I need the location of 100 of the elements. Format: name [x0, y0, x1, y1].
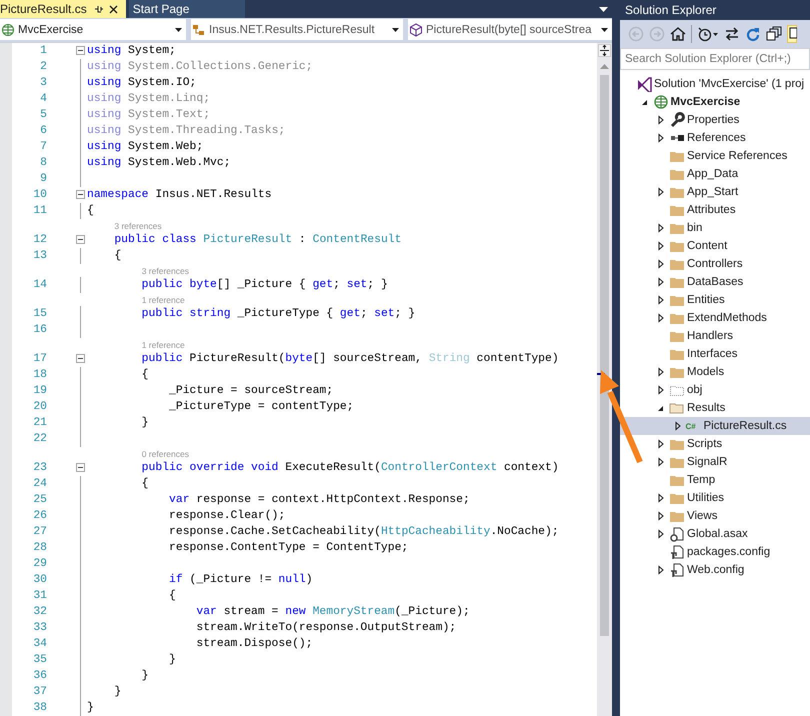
line-number: 28: [32, 542, 47, 554]
collapse-icon[interactable]: [76, 235, 85, 244]
tree-item[interactable]: C# PictureResult.cs: [620, 417, 810, 435]
gear-document-icon: [669, 526, 685, 542]
code-line: using System.Linq;: [87, 93, 210, 105]
tree-item[interactable]: Content: [620, 237, 810, 255]
tree-item[interactable]: Handlers: [620, 327, 810, 345]
navigation-dropdown[interactable]: MvcExercise: [0, 19, 186, 40]
line-number: 31: [32, 590, 47, 602]
tree-item[interactable]: bin: [620, 219, 810, 237]
code-line: }: [140, 670, 149, 682]
navigation-dropdown[interactable]: Insus.NET.Results.PictureResult: [191, 19, 403, 40]
collapse-icon[interactable]: [76, 463, 85, 472]
code-line: {: [87, 205, 94, 217]
pin-icon[interactable]: [92, 4, 103, 14]
code-line: _Picture = sourceStream;: [168, 385, 334, 397]
line-number: 7: [39, 141, 47, 153]
code-line: response.Cache.SetCacheability(HttpCacheability.NoCache);: [168, 526, 559, 538]
config-document-icon: [669, 562, 685, 578]
line-number: 11: [32, 205, 47, 217]
code-line: using System.Collections.Generic;: [87, 61, 313, 73]
line-number: 25: [32, 494, 47, 506]
split-icon[interactable]: [598, 44, 611, 57]
line-number: 22: [32, 433, 47, 445]
code-line: var response = context.HttpContext.Response;: [168, 494, 470, 506]
collapse-icon[interactable]: [76, 190, 85, 199]
tree-item[interactable]: Properties: [620, 111, 810, 129]
tree-item[interactable]: Controllers: [620, 255, 810, 273]
code-line: using System;: [87, 45, 176, 57]
globe-icon: [652, 94, 668, 110]
cube-icon: [409, 22, 423, 36]
tree-item[interactable]: Web.config: [620, 561, 810, 579]
line-number: 30: [32, 574, 47, 586]
show-all-files-icon[interactable]: [787, 25, 797, 43]
document-tab[interactable]: PictureResult.cs: [0, 0, 126, 18]
code-line: }: [168, 654, 176, 666]
tree-item[interactable]: Solution 'MvcExercise' (1 proj: [620, 75, 810, 93]
caret-icon[interactable]: [601, 28, 608, 32]
tree-item[interactable]: Views: [620, 507, 810, 525]
tree-item[interactable]: Interfaces: [620, 345, 810, 363]
code-line: public PictureResult(byte[] sourceStream, String contentType): [140, 353, 559, 365]
collapse-icon[interactable]: [76, 354, 85, 363]
line-number: 26: [32, 510, 47, 522]
line-number: 14: [32, 279, 47, 291]
tree-item[interactable]: SignalR: [620, 453, 810, 471]
code-line: {: [168, 590, 176, 602]
tree-item[interactable]: App_Data: [620, 165, 810, 183]
tree-item[interactable]: Models: [620, 363, 810, 381]
tree-item[interactable]: Entities: [620, 291, 810, 309]
tree-item[interactable]: MvcExercise: [620, 93, 810, 111]
tree-item[interactable]: References: [620, 129, 810, 147]
tree-item[interactable]: App_Start: [620, 183, 810, 201]
code-line: stream.WriteTo(response.OutputStream);: [195, 622, 456, 634]
code-line: response.Clear();: [168, 510, 286, 522]
stacked-windows-icon[interactable]: [766, 26, 782, 42]
solution-icon: [636, 76, 652, 92]
line-number: 23: [32, 462, 47, 474]
code-line: {: [140, 369, 149, 381]
tree-item[interactable]: Service References: [620, 147, 810, 165]
tree-item[interactable]: Attributes: [620, 201, 810, 219]
line-number: 9: [39, 173, 47, 185]
caret-icon[interactable]: [175, 28, 182, 32]
refresh-icon[interactable]: [745, 26, 761, 42]
line-number: 20: [32, 401, 47, 413]
sync-arrows-icon[interactable]: [724, 26, 740, 42]
code-line: stream.Dispose();: [195, 638, 313, 650]
caret-icon[interactable]: [392, 28, 399, 32]
tree-item[interactable]: Temp: [620, 471, 810, 489]
code-line: namespace Insus.NET.Results: [87, 189, 272, 201]
line-number: 32: [32, 606, 47, 618]
globe-icon: [1, 22, 15, 36]
tree-item[interactable]: Scripts: [620, 435, 810, 453]
line-number: 37: [32, 686, 47, 698]
scrollbar-thumb[interactable]: [600, 75, 609, 636]
tree-item[interactable]: ExtendMethods: [620, 309, 810, 327]
line-number: 36: [32, 670, 47, 682]
collapse-icon[interactable]: [76, 46, 85, 55]
line-number: 19: [32, 385, 47, 397]
tree-item[interactable]: Global.asax: [620, 525, 810, 543]
tree-item[interactable]: packages.config: [620, 543, 810, 561]
navigation-dropdown[interactable]: PictureResult(byte[] sourceStrea: [408, 19, 612, 40]
search-field[interactable]: Search Solution Explorer (Ctrl+;): [620, 48, 810, 70]
code-line: public byte[] _Picture { get; set; }: [140, 279, 388, 291]
dropdown-arrow-icon[interactable]: [599, 6, 608, 12]
home-icon[interactable]: [670, 26, 686, 42]
tree-item[interactable]: obj: [620, 381, 810, 399]
code-line: using System.Web;: [87, 141, 204, 153]
line-number: 3: [39, 77, 47, 89]
code-line: response.ContentType = ContentType;: [168, 542, 408, 554]
wrench-icon: [669, 112, 685, 128]
tree-item[interactable]: DataBases: [620, 273, 810, 291]
line-number: 6: [39, 125, 47, 137]
tree-item[interactable]: Utilities: [620, 489, 810, 507]
code-line: using System.Web.Mvc;: [87, 157, 231, 169]
close-icon[interactable]: [108, 4, 118, 14]
tree-item[interactable]: Results: [620, 399, 810, 417]
line-number: 10: [32, 189, 47, 201]
document-tab[interactable]: Start Page: [128, 0, 245, 18]
clock-icon[interactable]: [697, 26, 719, 42]
line-number: 15: [32, 308, 47, 320]
